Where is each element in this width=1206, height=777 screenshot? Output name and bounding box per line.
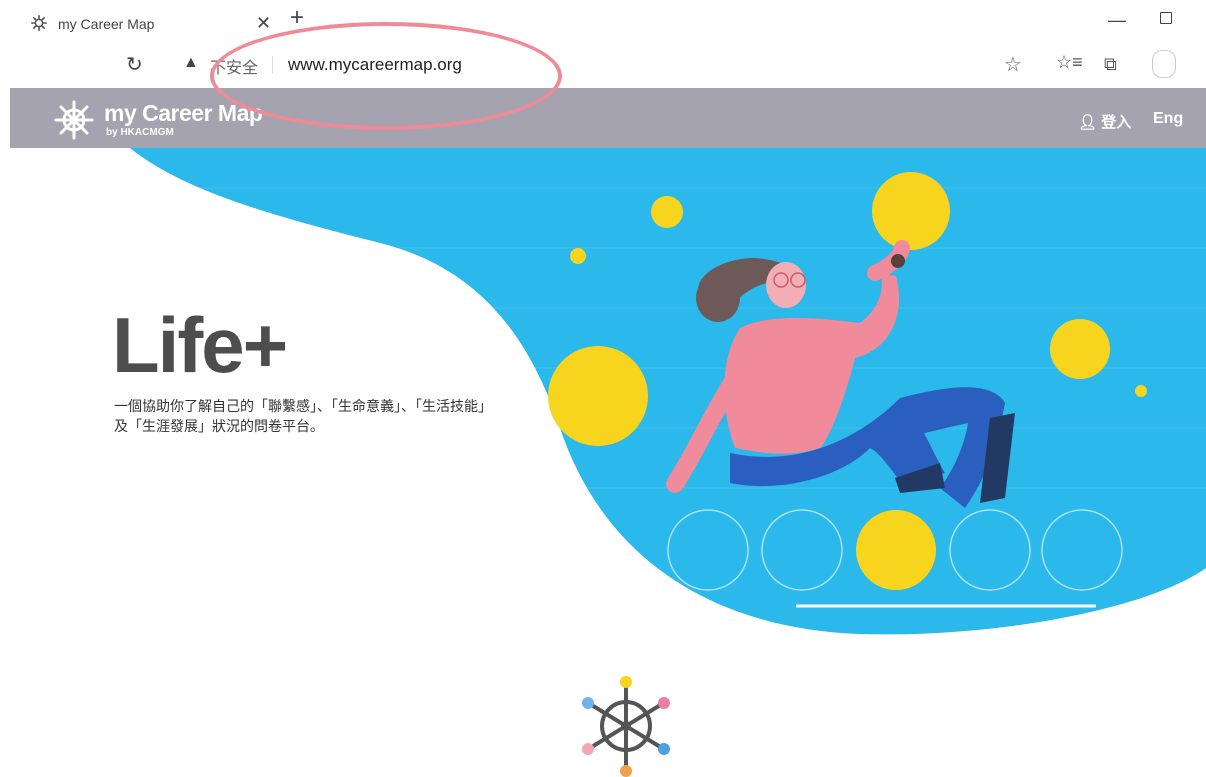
minimize-button[interactable]: — (1108, 10, 1126, 31)
browser-tab[interactable]: my Career Map ✕ (22, 6, 284, 42)
site-logo-subtitle: by HKACMGM (106, 127, 174, 138)
hero-description-line-1: 一個協助你了解自己的「聯繫感」、「生命意義」、「生活技能」 (114, 398, 492, 414)
restore-button[interactable] (1160, 12, 1172, 24)
helm-wheel-icon (582, 676, 670, 777)
tab-title: my Career Map (58, 16, 155, 32)
language-switch[interactable]: Eng (1153, 110, 1183, 128)
hero-description-line-2: 及「生涯發展」狀況的問卷平台。 (114, 418, 324, 434)
annotation-circle (210, 22, 562, 130)
address-bar-row: ↻ ▲ 不安全 www.mycareermap.org ☆ ☆≡ ⧉ (0, 48, 1206, 84)
refresh-icon[interactable]: ↻ (126, 52, 143, 77)
profile-icon[interactable] (1152, 50, 1176, 78)
hero-illustration (130, 148, 1206, 635)
user-icon: 👤︎ (1078, 114, 1098, 131)
helm-logo-icon[interactable] (54, 100, 94, 140)
collections-icon[interactable]: ⧉ (1104, 54, 1117, 75)
helm-icon (30, 14, 48, 32)
close-tab-icon[interactable]: ✕ (256, 13, 271, 34)
browser-tab-bar: my Career Map ✕ + — (0, 0, 1206, 48)
hero-title: Life+ (112, 301, 288, 389)
login-link[interactable]: 👤︎ 登入 (1078, 111, 1131, 132)
site-header: my Career Map by HKACMGM 👤︎ 登入 Eng (10, 88, 1206, 148)
login-label: 登入 (1101, 114, 1132, 131)
favorites-icon[interactable]: ☆≡ (1056, 52, 1083, 73)
warning-icon[interactable]: ▲ (183, 54, 199, 72)
star-icon[interactable]: ☆ (1004, 52, 1022, 77)
